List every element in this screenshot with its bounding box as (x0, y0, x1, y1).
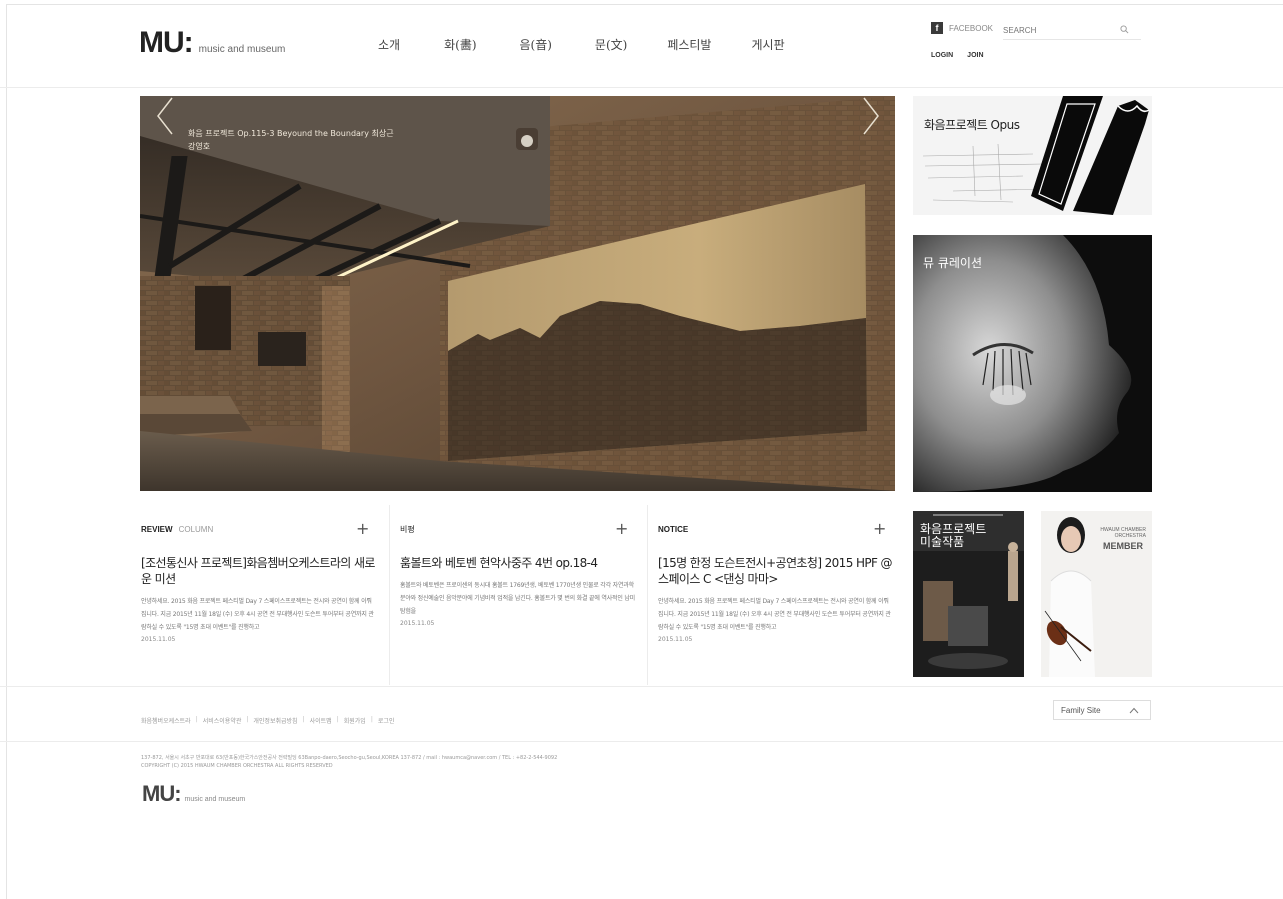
site-logo[interactable]: MU: music and museum (139, 26, 285, 60)
hero-caption-line2: 강영호 (188, 142, 211, 151)
logo-subtitle: music and museum (198, 44, 286, 55)
footer-link-privacy[interactable]: 개인정보취급방침 (253, 716, 297, 725)
family-site-select[interactable]: Family Site (1053, 700, 1151, 720)
footer-separator: | (336, 716, 339, 723)
banner-artwork[interactable]: 화음프로젝트 미술작품 (913, 511, 1024, 677)
footer-link-signup[interactable]: 회원가입 (344, 716, 366, 725)
footer-separator: | (302, 716, 305, 723)
notice-title[interactable]: [15명 한정 도슨트전시+공연초청] 2015 HPF @스페이스 C <댄싱… (658, 555, 894, 587)
tab-column[interactable]: COLUMN (179, 525, 214, 534)
footer-link-orchestra[interactable]: 화음쳄버오케스트라 (141, 716, 191, 725)
footer-address: 137-872, 서울시 서초구 반포대로 63(반포동)한국가스안전공사 전략… (141, 754, 557, 770)
footer-link-terms[interactable]: 서비스이용약관 (203, 716, 242, 725)
facebook-label: FACEBOOK (949, 23, 994, 33)
join-link[interactable]: JOIN (967, 52, 983, 59)
hero-caption: 화음 프로젝트 Op.115-3 Beyound the Boundary 최상… (188, 127, 394, 153)
review-date: 2015.11.05 (141, 636, 176, 643)
notice-tabs: NOTICE (658, 522, 904, 536)
review-title[interactable]: [조선통신사 프로젝트]화음쳄버오케스트라의 새로운 미션 (141, 555, 377, 587)
opus-banner-image (913, 96, 1152, 215)
critique-title[interactable]: 훔볼트와 베토벤 현악사중주 4번 op.18-4 (400, 555, 636, 571)
review-more-icon[interactable]: + (356, 519, 369, 538)
artwork-banner-title: 화음프로젝트 미술작품 (920, 523, 986, 549)
tab-notice[interactable]: NOTICE (658, 525, 688, 534)
main-nav: 소개 화(畵) 음(音) 문(文) 페스티발 게시판 (378, 36, 785, 53)
chevron-up-icon (1129, 707, 1139, 714)
review-tabs: REVIEW COLUMN (141, 522, 388, 536)
curation-banner-title: 뮤 큐레이션 (923, 256, 983, 270)
footer-link-sitemap[interactable]: 사이트맵 (310, 716, 332, 725)
member-banner-org-line2: ORCHESTRA (1114, 533, 1146, 539)
tab-critique[interactable]: 비평 (400, 524, 415, 535)
nav-item-literature[interactable]: 문(文) (595, 36, 627, 53)
utility-bar: f FACEBOOK LOGIN JOIN (931, 22, 1141, 59)
nav-item-board[interactable]: 게시판 (751, 36, 784, 53)
banner-opus[interactable]: 화음프로젝트 Opus (913, 96, 1152, 215)
logo-mark: MU: (139, 26, 194, 59)
review-column: REVIEW COLUMN + [조선통신사 프로젝트]화음쳄버오케스트라의 새… (131, 505, 388, 685)
footer-separator: | (195, 716, 198, 723)
footer-separator: | (246, 716, 249, 723)
nav-item-art[interactable]: 화(畵) (444, 36, 476, 53)
search-box (1003, 22, 1141, 40)
notice-more-icon[interactable]: + (873, 519, 886, 538)
footer-separator: | (370, 716, 373, 723)
opus-banner-title: 화음프로젝트 Opus (924, 118, 1020, 132)
hero-image (140, 96, 895, 491)
nav-item-festival[interactable]: 페스티발 (667, 36, 711, 53)
footer-copyright: COPYRIGHT (C) 2015 HWAUM CHAMBER ORCHEST… (141, 763, 333, 769)
critique-date: 2015.11.05 (400, 620, 435, 627)
artwork-banner-title-line2: 미술작품 (920, 535, 965, 549)
footer-logo-mark: MU: (142, 781, 182, 806)
nav-item-about[interactable]: 소개 (378, 36, 400, 53)
footer-links-bar: 화음쳄버오케스트라 | 서비스이용약관 | 개인정보취급방침 | 사이트맵 | 회원가입… (0, 686, 1283, 742)
curation-banner-image (913, 235, 1152, 492)
footer-address-line: 137-872, 서울시 서초구 반포대로 63(반포동)한국가스안전공사 전략… (141, 755, 558, 761)
hero-slider[interactable]: 화음 프로젝트 Op.115-3 Beyound the Boundary 최상… (140, 96, 895, 491)
hero-caption-line1: 화음 프로젝트 Op.115-3 Beyound the Boundary 최상… (188, 129, 394, 138)
footer-link-login[interactable]: 로그인 (378, 716, 395, 725)
member-banner-org: HWAUM CHAMBER ORCHESTRA (1100, 527, 1146, 539)
slider-prev-icon[interactable] (154, 96, 176, 136)
footer-logo-subtitle: music and museum (184, 796, 246, 803)
footer-links: 화음쳄버오케스트라 | 서비스이용약관 | 개인정보취급방침 | 사이트맵 | 회원가입… (141, 716, 399, 725)
notice-column: NOTICE + [15명 한정 도슨트전시+공연초청] 2015 HPF @스… (647, 505, 904, 685)
site-header: MU: music and museum 소개 화(畵) 음(音) 문(文) 페… (0, 0, 1283, 88)
tab-review[interactable]: REVIEW (141, 525, 173, 534)
nav-item-music[interactable]: 음(音) (520, 36, 552, 53)
critique-column: 비평 + 훔볼트와 베토벤 현악사중주 4번 op.18-4 훔볼트와 베토벤은… (389, 505, 646, 685)
footer-logo[interactable]: MU: music and museum (142, 781, 245, 807)
review-excerpt: 안녕하세요. 2015 화음 프로젝트 페스티벌 Day 7 스페이스프로젝트는… (141, 598, 374, 631)
family-site-label: Family Site (1061, 706, 1101, 715)
critique-more-icon[interactable]: + (615, 519, 628, 538)
search-icon[interactable] (1120, 25, 1129, 34)
member-banner-title: MEMBER (1103, 541, 1143, 551)
slider-next-icon[interactable] (860, 96, 882, 136)
banner-member[interactable]: HWAUM CHAMBER ORCHESTRA MEMBER (1041, 511, 1152, 677)
facebook-icon: f (931, 22, 943, 34)
banner-curation[interactable]: 뮤 큐레이션 (913, 235, 1152, 492)
member-links: LOGIN JOIN (931, 52, 998, 59)
notice-excerpt: 안녕하세요. 2015 화음 프로젝트 페스티벌 Day 7 스페이스프로젝트는… (658, 598, 891, 631)
search-input[interactable] (1003, 22, 1115, 38)
news-columns: REVIEW COLUMN + [조선통신사 프로젝트]화음쳄버오케스트라의 새… (131, 505, 904, 685)
critique-tabs: 비평 (400, 522, 646, 536)
notice-date: 2015.11.05 (658, 636, 693, 643)
login-link[interactable]: LOGIN (931, 52, 953, 59)
critique-excerpt: 훔볼트와 베토벤은 프로이센의 동시대 훔볼트 1769년생, 베토벤 1770… (400, 582, 635, 615)
